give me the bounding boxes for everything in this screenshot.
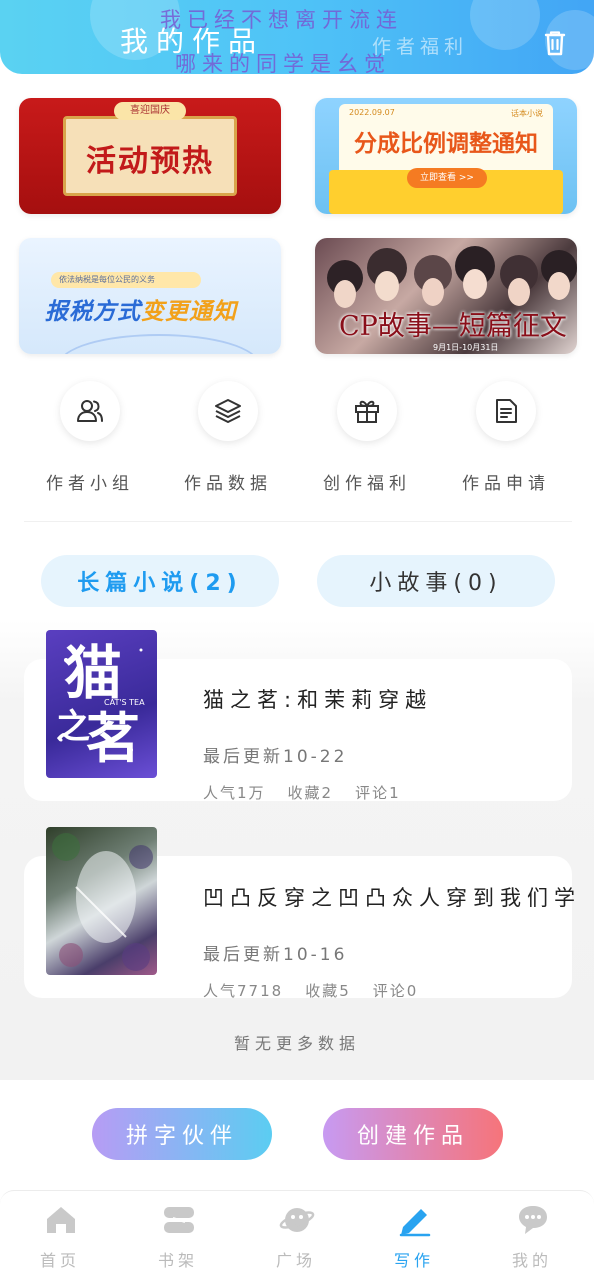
- planet-icon: [279, 1208, 315, 1232]
- book-stats: 人气1万 收藏2 评论1: [203, 782, 423, 803]
- book-title[interactable]: 猫之茗:和茉莉穿越: [203, 684, 432, 714]
- banner-title: 分成比例调整通知: [354, 131, 538, 157]
- shortcut-creation-welfare[interactable]: 创作福利: [302, 381, 432, 501]
- shortcut-label: 作品申请: [462, 474, 550, 494]
- banner-title: CP故事—短篇征文: [339, 311, 567, 342]
- bottom-nav: 首页 书架 广场 写作 我的: [0, 1190, 594, 1280]
- shortcut-label: 作者小组: [46, 474, 134, 494]
- shortcut-label: 作品数据: [184, 474, 272, 494]
- banner-view-button[interactable]: 立即查看 >>: [407, 168, 487, 188]
- book-popularity: 人气1万: [203, 784, 266, 802]
- shortcut-author-group[interactable]: 作者小组: [25, 381, 155, 501]
- banner-tax-notice[interactable]: 依法纳税是每位公民的义务 报税方式变更通知: [19, 238, 281, 354]
- book-updated: 最后更新10-22: [203, 747, 348, 767]
- section-divider: [24, 521, 572, 522]
- book-favorites: 收藏2: [287, 784, 334, 802]
- book-comments: 评论0: [372, 982, 419, 1000]
- banner-dates: 9月1日-10月31日: [433, 343, 499, 352]
- banner-title: 报税方式变更通知: [45, 292, 237, 326]
- gift-icon: [355, 400, 379, 423]
- document-icon: [496, 399, 517, 423]
- banner-title-accent: 变更通知: [141, 299, 237, 325]
- nav-item-home[interactable]: 首页: [1, 1191, 119, 1280]
- banner-date: 2022.09.07: [349, 108, 395, 117]
- home-icon: [47, 1207, 75, 1233]
- tab-short-story[interactable]: 小故事(0): [317, 555, 555, 607]
- tab-long-novel[interactable]: 长篇小说(2): [41, 555, 279, 607]
- shortcut-icon-circle: [476, 381, 536, 441]
- pen-icon: [399, 1209, 431, 1237]
- banner-revenue-notice[interactable]: 2022.09.07 话本小说 分成比例调整通知 立即查看 >>: [315, 98, 577, 214]
- nav-item-plaza[interactable]: 广场: [237, 1191, 355, 1280]
- trash-button[interactable]: [540, 28, 570, 58]
- users-icon: [77, 400, 103, 422]
- shortcut-work-application[interactable]: 作品申请: [441, 381, 571, 501]
- cover-subtitle: CAT'S TEA: [104, 698, 145, 707]
- writing-partner-button[interactable]: 拼字伙伴: [92, 1108, 272, 1160]
- shortcut-label: 创作福利: [323, 474, 411, 494]
- cover-title-char: 茗: [86, 707, 140, 770]
- nav-label: 广场: [275, 1251, 316, 1270]
- book-title[interactable]: 凹凸反穿之凹凸众人穿到我们学: [203, 882, 581, 912]
- banner-arc-decoration: [59, 334, 259, 354]
- banner-event-preview[interactable]: 喜迎国庆 活动预热: [19, 98, 281, 214]
- banner-tag: 话本小说: [511, 109, 543, 118]
- shortcut-icon-circle: [337, 381, 397, 441]
- marquee-text: 哪来的同学是幺觉: [175, 52, 391, 74]
- banner-title: 活动预热: [86, 144, 214, 179]
- chat-bubble-icon: [519, 1206, 547, 1234]
- banner-subtitle: 依法纳税是每位公民的义务: [51, 272, 201, 288]
- book-updated: 最后更新10-16: [203, 945, 348, 965]
- book-favorites: 收藏5: [305, 982, 351, 1000]
- cover-title-char: 之: [56, 707, 90, 747]
- book-comments: 评论1: [355, 784, 401, 802]
- banner-title-main: 报税方式: [45, 299, 141, 325]
- nav-item-bookshelf[interactable]: 书架: [119, 1191, 237, 1280]
- create-work-button[interactable]: 创建作品: [323, 1108, 503, 1160]
- header-decoration: [470, 0, 540, 50]
- no-more-data-text: 暂无更多数据: [233, 1034, 360, 1053]
- banner-cp-contest[interactable]: CP故事—短篇征文 9月1日-10月31日: [315, 238, 577, 354]
- nav-label: 写作: [393, 1251, 434, 1270]
- nav-item-mine[interactable]: 我的: [473, 1191, 591, 1280]
- layers-icon: [215, 399, 241, 423]
- nav-label: 我的: [511, 1251, 552, 1270]
- cover-title-char: 猫: [64, 639, 123, 707]
- book-cover-image[interactable]: [46, 827, 157, 975]
- nav-item-write[interactable]: 写作: [355, 1191, 473, 1280]
- shortcut-work-data[interactable]: 作品数据: [163, 381, 293, 501]
- banner-tag: 喜迎国庆: [114, 102, 186, 120]
- book-cover-image[interactable]: 猫 之 茗 CAT'S TEA: [46, 630, 157, 778]
- cover-art: [52, 833, 153, 971]
- nav-label: 书架: [157, 1251, 198, 1270]
- shortcut-icon-circle: [198, 381, 258, 441]
- book-stats: 人气7718 收藏5 评论0: [203, 980, 440, 1001]
- shortcut-icon-circle: [60, 381, 120, 441]
- trash-icon: [544, 31, 566, 56]
- book-popularity: 人气7718: [203, 982, 284, 1000]
- nav-label: 首页: [39, 1251, 80, 1270]
- bookshelf-icon: [164, 1207, 194, 1233]
- top-header: 我已经不想离开流连 我的作品 作者福利 哪来的同学是幺觉: [0, 0, 594, 74]
